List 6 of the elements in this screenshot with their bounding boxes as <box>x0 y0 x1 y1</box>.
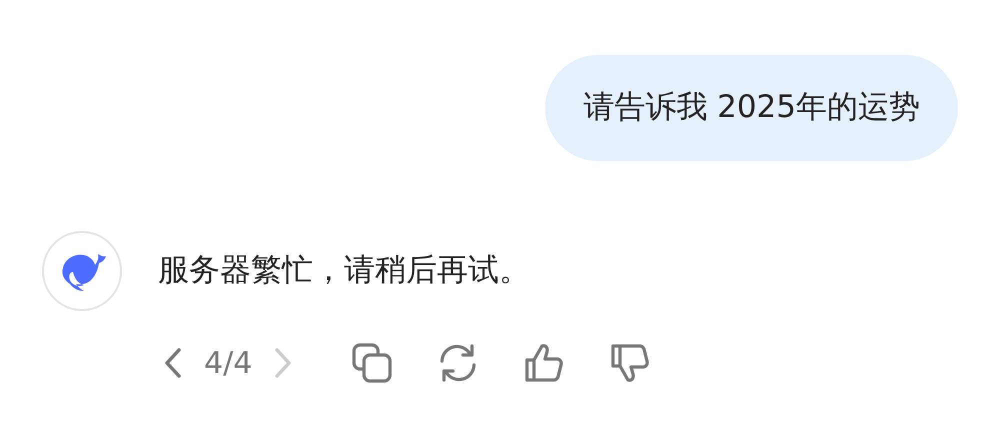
user-message: 请告诉我 2025年的运势 <box>545 55 958 161</box>
copy-icon[interactable] <box>350 341 394 386</box>
previous-icon[interactable] <box>162 346 184 380</box>
page-counter: 4/4 <box>204 344 252 383</box>
avatar-icon <box>42 230 122 311</box>
assistant-message: 服务器繁忙，请稍后再试。 <box>158 251 530 290</box>
